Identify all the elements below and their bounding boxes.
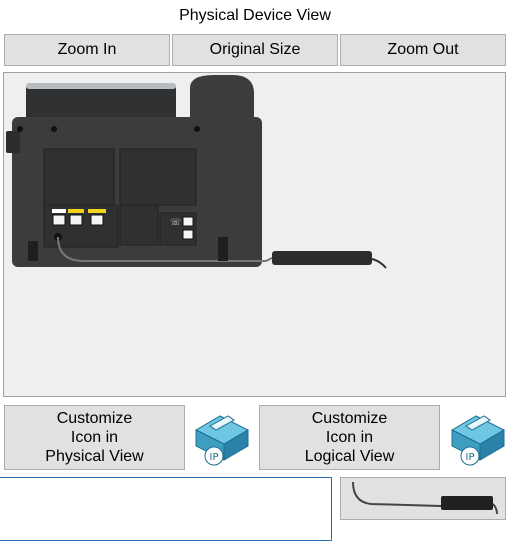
ip-badge: IP: [210, 452, 219, 463]
headset-port: [182, 216, 194, 227]
svg-text:☏: ☏: [170, 218, 181, 228]
ip-phone-icon: IP: [194, 415, 250, 466]
original-size-button[interactable]: Original Size: [172, 34, 338, 66]
description-text-area[interactable]: [0, 477, 332, 541]
power-adapter-cable-icon: [352, 481, 498, 515]
handset-port: [182, 229, 194, 240]
ethernet-port-2: [69, 214, 83, 226]
ethernet-port-1: [52, 214, 66, 226]
customize-physical-view-button[interactable]: Customize Icon in Physical View: [4, 405, 185, 470]
power-adapter-cable-thumbnail[interactable]: [340, 477, 506, 520]
customize-logical-line3: Logical View: [304, 448, 395, 465]
power-adapter: [272, 251, 372, 265]
ethernet-port-3: [90, 214, 104, 226]
zoom-in-button[interactable]: Zoom In: [4, 34, 170, 66]
physical-device-canvas[interactable]: ☏: [3, 72, 506, 397]
ip-badge-logical: IP: [466, 452, 475, 463]
ip-phone-rear-image: ☏: [6, 75, 387, 269]
zoom-out-button[interactable]: Zoom Out: [340, 34, 506, 66]
port-label-1: [68, 209, 84, 213]
window-title: Physical Device View: [179, 7, 331, 24]
customize-physical-line3: Physical View: [45, 448, 144, 465]
customize-logical-line1: Customize: [311, 410, 388, 427]
ip-phone-icon-logical: IP: [450, 415, 506, 466]
customize-logical-line2: Icon in: [325, 429, 374, 446]
customize-logical-view-button[interactable]: Customize Icon in Logical View: [259, 405, 440, 470]
port-label-0: [52, 209, 66, 213]
port-label-2: [88, 209, 106, 213]
customize-physical-line2: Icon in: [70, 429, 119, 446]
customize-physical-line1: Customize: [56, 410, 133, 427]
